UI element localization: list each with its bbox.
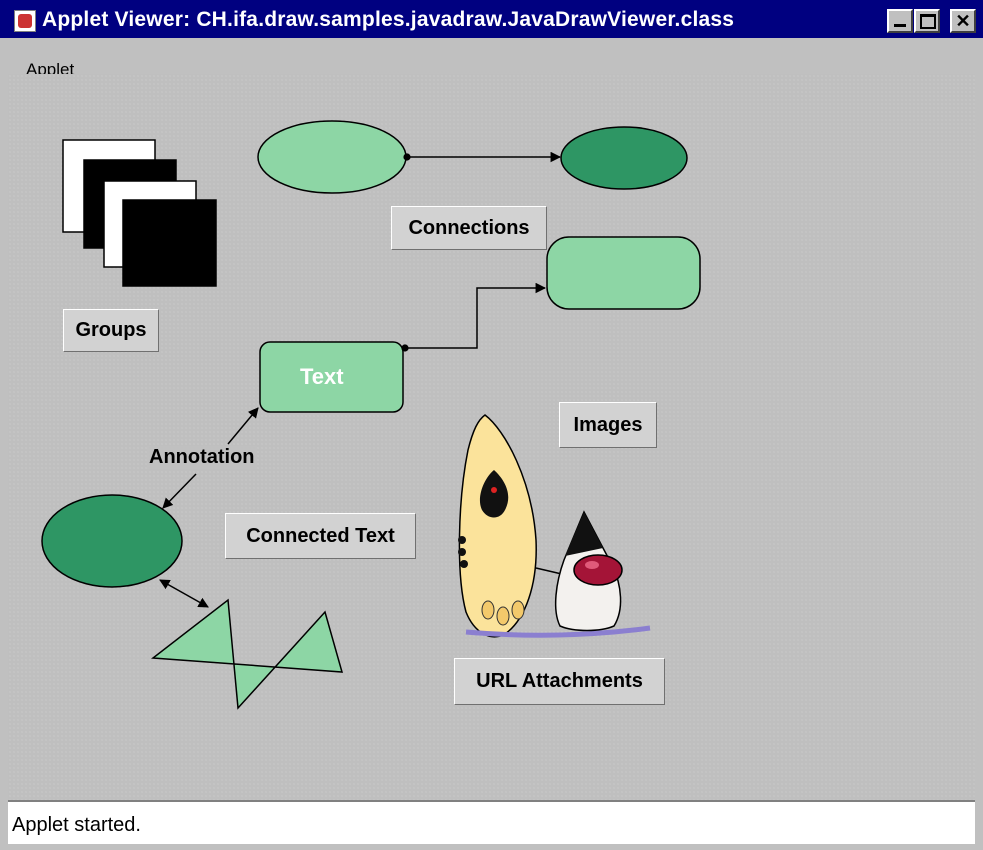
minimize-icon [889,11,911,31]
status-bar: Applet started. [8,800,975,844]
window-title: Applet Viewer: CH.ifa.draw.samples.javad… [42,8,735,31]
window-titlebar[interactable]: Applet Viewer: CH.ifa.draw.samples.javad… [0,0,983,38]
drawing-canvas[interactable]: Groups Connections Text Annotation Conne… [8,74,975,800]
connections-label[interactable]: Connections [391,206,547,250]
minimize-button[interactable] [887,9,913,33]
bidirectional-connection[interactable] [159,579,209,608]
text-figure-label[interactable]: Text [300,364,344,390]
images-label[interactable]: Images [559,402,657,448]
groups-label[interactable]: Groups [63,309,159,352]
light-ellipse[interactable] [257,120,407,194]
maximize-button[interactable] [914,9,940,33]
rounded-rectangle[interactable] [546,236,701,310]
annotation-label[interactable]: Annotation [147,446,257,469]
elbow-connection[interactable] [401,282,547,352]
connected-text-label[interactable]: Connected Text [225,513,416,559]
annotation-arrow-up[interactable] [227,407,259,445]
dark-ellipse[interactable] [560,126,688,190]
polygon-figure[interactable] [150,598,344,710]
close-icon: ✕ [955,11,971,31]
dark-ellipse-bottom[interactable] [41,494,183,588]
url-attachments-label[interactable]: URL Attachments [454,658,665,705]
status-text: Applet started. [12,814,141,836]
java-app-icon [14,10,36,32]
close-button[interactable]: ✕ [950,9,976,33]
maximize-icon [916,11,938,31]
group-squares[interactable] [62,139,217,287]
annotation-arrow-down[interactable] [162,473,197,509]
duke-mascot-image[interactable] [535,510,623,632]
menubar: Applet [0,38,983,78]
